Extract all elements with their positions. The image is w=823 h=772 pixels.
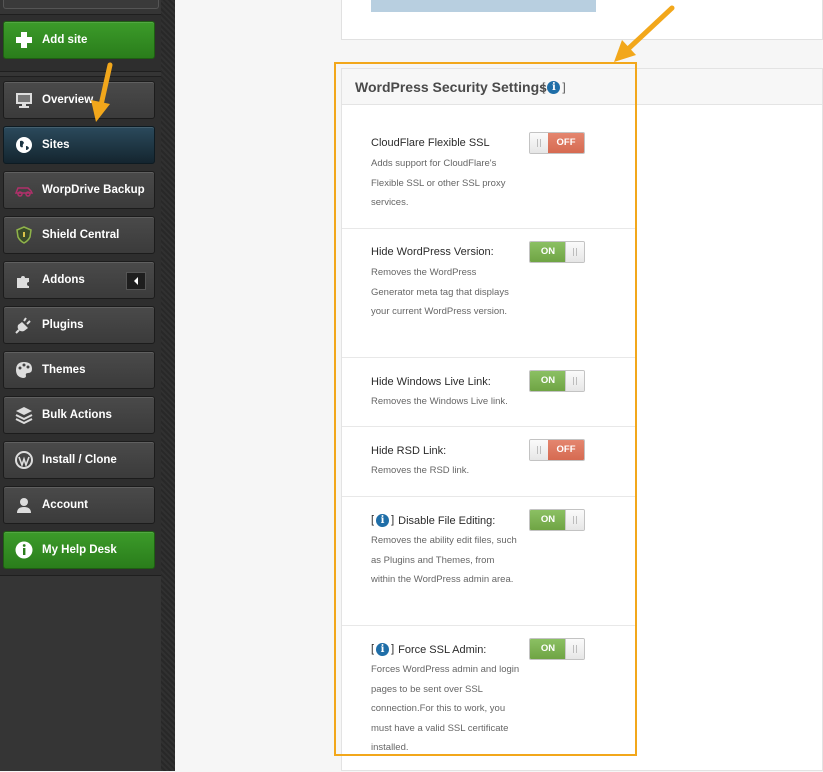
toggle-state: ON <box>530 371 566 391</box>
setting-description: Forces WordPress admin and login pages t… <box>371 664 520 753</box>
add-site-label: Add site <box>42 34 88 46</box>
setting-description: Removes the Windows Live link. <box>371 396 508 407</box>
info-icon <box>13 539 35 561</box>
hide-rsd-toggle[interactable]: OFF <box>529 439 585 461</box>
add-site-button[interactable]: Add site <box>3 21 155 59</box>
setting-row-force-ssl-admin: [i] Force SSL Admin: Forces WordPress ad… <box>342 626 637 772</box>
hide-windows-live-toggle[interactable]: ON <box>529 370 585 392</box>
sidebar-item-label: WorpDrive Backup <box>42 184 145 196</box>
toggle-state: OFF <box>548 133 584 153</box>
info-icon: i <box>376 643 390 656</box>
setting-row-hide-windows-live: Hide Windows Live Link: Removes the Wind… <box>342 358 637 427</box>
sidebar-item-label: Bulk Actions <box>42 409 112 421</box>
panel-header: WordPress Security Settings [ i ] <box>342 69 822 105</box>
layers-icon <box>13 404 35 426</box>
chevron-left-icon[interactable] <box>126 272 146 290</box>
hide-wp-version-toggle[interactable]: ON <box>529 241 585 263</box>
car-icon <box>13 179 35 201</box>
setting-info-button[interactable]: [i] <box>371 514 394 527</box>
setting-row-cloudflare-ssl: CloudFlare Flexible SSL Adds support for… <box>342 105 637 229</box>
setting-title-group: [i] Disable File Editing: <box>371 514 495 527</box>
monitor-icon <box>13 89 35 111</box>
info-icon: i <box>376 514 390 527</box>
toggle-state: ON <box>530 510 566 530</box>
sidebar-item-label: Install / Clone <box>42 454 117 466</box>
plus-icon <box>13 29 35 51</box>
shield-icon <box>13 224 35 246</box>
previous-panel <box>341 0 823 40</box>
sidebar-item-overview[interactable]: Overview <box>3 81 155 119</box>
info-icon: i <box>547 80 561 94</box>
sidebar-top-item[interactable] <box>3 0 159 9</box>
setting-description: Adds support for CloudFlare's Flexible S… <box>371 158 506 208</box>
setting-description: Removes the WordPress Generator meta tag… <box>371 267 509 317</box>
main-content: WordPress Security Settings [ i ] CloudF… <box>175 0 823 771</box>
setting-title: Hide RSD Link: <box>371 445 447 457</box>
toggle-state: ON <box>530 242 566 262</box>
sidebar-item-my-help-desk[interactable]: My Help Desk <box>3 531 155 569</box>
toggle-state: OFF <box>548 440 584 460</box>
palette-icon <box>13 359 35 381</box>
setting-title: Hide Windows Live Link: <box>371 376 491 388</box>
setting-row-hide-wp-version: Hide WordPress Version: Removes the Word… <box>342 229 637 358</box>
sidebar-item-label: Addons <box>42 274 85 286</box>
sidebar-item-install-clone[interactable]: Install / Clone <box>3 441 155 479</box>
setting-description: Removes the RSD link. <box>371 465 470 476</box>
setting-row-hide-rsd: Hide RSD Link: Removes the RSD link. OFF <box>342 427 637 497</box>
sidebar-item-sites[interactable]: Sites <box>3 126 155 164</box>
force-ssl-admin-toggle[interactable]: ON <box>529 638 585 660</box>
setting-info-button[interactable]: [i] <box>371 643 394 656</box>
sidebar-item-label: Shield Central <box>42 229 120 241</box>
plug-icon <box>13 314 35 336</box>
security-settings-panel: WordPress Security Settings [ i ] CloudF… <box>341 68 823 771</box>
sidebar-item-themes[interactable]: Themes <box>3 351 155 389</box>
setting-title: Disable File Editing: <box>398 514 496 527</box>
sidebar-item-label: Account <box>42 499 88 511</box>
sidebar-item-label: Themes <box>42 364 86 376</box>
sidebar-item-addons[interactable]: Addons <box>3 261 155 299</box>
panel-title: WordPress Security Settings <box>355 79 547 95</box>
globe-icon <box>13 134 35 156</box>
header-info-button[interactable]: [ i ] <box>542 80 566 94</box>
sidebar-item-worpdrive-backup[interactable]: WorpDrive Backup <box>3 171 155 209</box>
setting-title: Force SSL Admin: <box>398 643 487 656</box>
sidebar-item-shield-central[interactable]: Shield Central <box>3 216 155 254</box>
setting-description: Removes the ability edit files, such as … <box>371 535 517 585</box>
sidebar-item-label: Plugins <box>42 319 84 331</box>
sidebar-gutter <box>161 0 175 771</box>
puzzle-icon <box>13 269 35 291</box>
setting-title: Hide WordPress Version: <box>371 246 494 258</box>
setting-row-disable-file-editing: [i] Disable File Editing: Removes the ab… <box>342 497 637 626</box>
sidebar-item-label: Overview <box>42 94 94 106</box>
toggle-state: ON <box>530 639 566 659</box>
disable-file-editing-toggle[interactable]: ON <box>529 509 585 531</box>
user-icon <box>13 494 35 516</box>
setting-title-group: [i] Force SSL Admin: <box>371 643 486 656</box>
sidebar-item-account[interactable]: Account <box>3 486 155 524</box>
sidebar-nav: Overview Sites WorpDrive Backup Shield C… <box>0 76 161 576</box>
cloudflare-ssl-toggle[interactable]: OFF <box>529 132 585 154</box>
wordpress-icon <box>13 449 35 471</box>
sidebar-item-label: Sites <box>42 139 70 151</box>
setting-title: CloudFlare Flexible SSL <box>371 137 490 149</box>
sidebar-item-bulk-actions[interactable]: Bulk Actions <box>3 396 155 434</box>
sidebar-item-label: My Help Desk <box>42 544 117 556</box>
sidebar: Add site Overview Sites WorpDrive Backup <box>0 0 161 771</box>
sidebar-item-plugins[interactable]: Plugins <box>3 306 155 344</box>
previous-panel-button[interactable] <box>371 0 596 12</box>
sidebar-add-group: Add site <box>0 14 161 72</box>
